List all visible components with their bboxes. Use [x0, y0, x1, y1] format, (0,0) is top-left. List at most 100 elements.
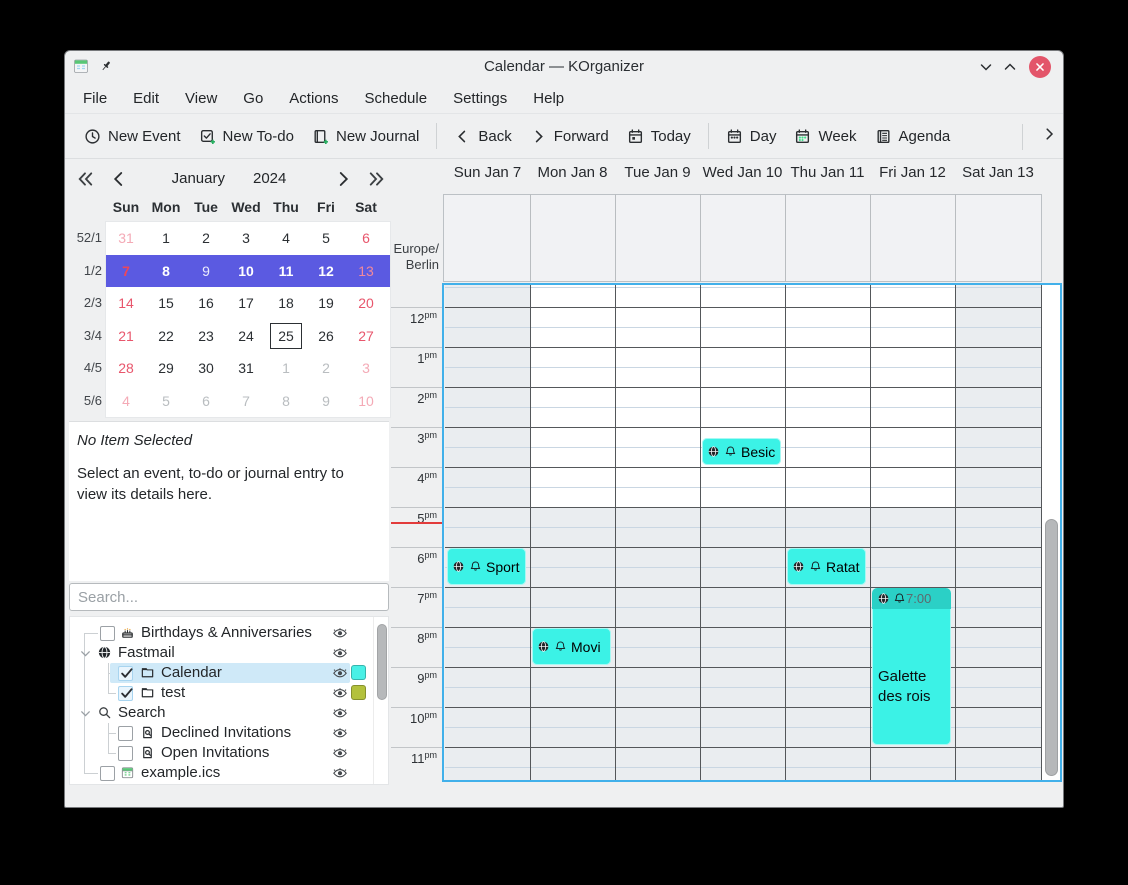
eye-icon[interactable]: [332, 765, 348, 781]
checkbox-birthdays-anniversaries[interactable]: [100, 626, 115, 641]
mini-calendar-day-cell[interactable]: 8: [266, 393, 306, 409]
calendar-list-item-example-ics[interactable]: example.ics: [70, 763, 370, 783]
titlebar[interactable]: Calendar — KOrganizer: [65, 51, 1063, 83]
menu-item-actions[interactable]: Actions: [289, 90, 338, 107]
color-swatch-calendar[interactable]: [351, 665, 366, 680]
checkbox-open-invitations[interactable]: [118, 746, 133, 761]
eye-icon[interactable]: [332, 645, 348, 661]
year-label[interactable]: 2024: [253, 170, 286, 187]
calendar-list-item-declined-invitations[interactable]: Declined Invitations: [70, 723, 370, 743]
mini-calendar-day-cell[interactable]: 22: [146, 328, 186, 344]
toolbar-button-agenda[interactable]: Agenda: [866, 122, 960, 151]
menu-item-help[interactable]: Help: [533, 90, 564, 107]
eye-icon[interactable]: [332, 685, 348, 701]
mini-calendar-day-cell[interactable]: 3: [226, 230, 266, 246]
expander-icon[interactable]: [78, 646, 93, 661]
all-day-cell[interactable]: [785, 194, 786, 282]
mini-calendar-day-cell[interactable]: 25: [266, 323, 306, 349]
mini-calendar-day-cell[interactable]: 16: [186, 295, 226, 311]
mini-calendar-day-cell[interactable]: 15: [146, 295, 186, 311]
event-besic[interactable]: Besic: [702, 438, 781, 465]
event-ratat[interactable]: Ratat: [787, 548, 866, 585]
menu-item-settings[interactable]: Settings: [453, 90, 507, 107]
calendar-list-item-birthdays-anniversaries[interactable]: Birthdays & Anniversaries: [70, 623, 370, 643]
mini-calendar-day-cell[interactable]: 7: [226, 393, 266, 409]
agenda-scrollbar-thumb[interactable]: [1045, 519, 1058, 776]
eye-icon[interactable]: [332, 625, 348, 641]
calendar-list-item-test[interactable]: test: [70, 683, 370, 703]
mini-calendar-day-cell[interactable]: 20: [346, 295, 386, 311]
mini-calendar-day-cell[interactable]: 26: [306, 328, 346, 344]
close-button[interactable]: [1029, 56, 1051, 78]
month-label[interactable]: January: [172, 170, 225, 187]
mini-calendar-day-cell[interactable]: 6: [186, 393, 226, 409]
mini-calendar-day-cell[interactable]: 5: [146, 393, 186, 409]
toolbar-button-day[interactable]: Day: [717, 122, 786, 151]
eye-icon[interactable]: [332, 705, 348, 721]
mini-calendar-day-cell[interactable]: 27: [346, 328, 386, 344]
mini-calendar-day-cell[interactable]: 30: [186, 360, 226, 376]
all-day-cell[interactable]: [615, 194, 616, 282]
mini-calendar-day-cell[interactable]: 21: [106, 328, 146, 344]
menu-item-edit[interactable]: Edit: [133, 90, 159, 107]
menu-item-view[interactable]: View: [185, 90, 217, 107]
event-galette-des-rois[interactable]: 7:00Galette des rois: [872, 588, 951, 745]
toolbar-button-new-journal[interactable]: New Journal: [303, 122, 428, 151]
mini-calendar-day-cell[interactable]: 8: [146, 263, 186, 279]
eye-icon[interactable]: [332, 665, 348, 681]
calendar-list-item-search[interactable]: Search: [70, 703, 370, 723]
mini-calendar-day-cell[interactable]: 24: [226, 328, 266, 344]
color-swatch-test[interactable]: [351, 685, 366, 700]
mini-calendar-day-cell[interactable]: 10: [226, 263, 266, 279]
mini-calendar-day-cell[interactable]: 4: [266, 230, 306, 246]
event-movi[interactable]: Movi: [532, 628, 611, 665]
event-sport[interactable]: Sport: [447, 548, 526, 585]
minimize-button[interactable]: [975, 56, 997, 78]
mini-calendar-day-cell[interactable]: 12: [306, 263, 346, 279]
mini-calendar-day-cell[interactable]: 18: [266, 295, 306, 311]
agenda-scrollbar[interactable]: [1042, 285, 1061, 780]
mini-calendar-day-cell[interactable]: 11: [266, 263, 306, 279]
mini-calendar-day-cell[interactable]: 6: [346, 230, 386, 246]
calendar-list-item-fastmail[interactable]: Fastmail: [70, 643, 370, 663]
mini-calendar-day-cell[interactable]: 31: [106, 230, 146, 246]
menu-item-go[interactable]: Go: [243, 90, 263, 107]
maximize-button[interactable]: [999, 56, 1021, 78]
checkbox-example-ics[interactable]: [100, 766, 115, 781]
checkbox-test[interactable]: [118, 686, 133, 701]
previous-month-button[interactable]: [109, 169, 129, 189]
checkbox-calendar[interactable]: [118, 666, 133, 681]
all-day-cell[interactable]: [955, 194, 956, 282]
mini-calendar-day-cell[interactable]: 14: [106, 295, 146, 311]
toolbar-button-today[interactable]: Today: [618, 122, 700, 151]
toolbar-button-new-to-do[interactable]: New To-do: [190, 122, 303, 151]
calendar-list-item-calendar[interactable]: Calendar: [70, 663, 370, 683]
mini-calendar-day-cell[interactable]: 2: [306, 360, 346, 376]
expander-icon[interactable]: [78, 706, 93, 721]
mini-calendar-day-cell[interactable]: 28: [106, 360, 146, 376]
checkbox-declined-invitations[interactable]: [118, 726, 133, 741]
mini-calendar-day-cell[interactable]: 9: [306, 393, 346, 409]
mini-calendar-day-cell[interactable]: 17: [226, 295, 266, 311]
mini-calendar-day-cell[interactable]: 1: [266, 360, 306, 376]
all-day-cell[interactable]: [700, 194, 701, 282]
month-year-title[interactable]: January 2024: [129, 170, 329, 187]
calendar-list-item-open-invitations[interactable]: Open Invitations: [70, 743, 370, 763]
next-month-button[interactable]: [333, 169, 353, 189]
eye-icon[interactable]: [332, 725, 348, 741]
next-year-button[interactable]: [367, 169, 387, 189]
mini-calendar-day-cell[interactable]: 4: [106, 393, 146, 409]
toolbar-button-new-event[interactable]: New Event: [75, 122, 190, 151]
menu-item-schedule[interactable]: Schedule: [365, 90, 428, 107]
calendar-list-scrollbar[interactable]: [373, 617, 389, 784]
toolbar-button-week[interactable]: Week: [785, 122, 865, 151]
scrollbar-thumb[interactable]: [377, 624, 387, 700]
eye-icon[interactable]: [332, 745, 348, 761]
mini-calendar-day-cell[interactable]: 13: [346, 263, 386, 279]
all-day-cell[interactable]: [530, 194, 531, 282]
mini-calendar-day-cell[interactable]: 2: [186, 230, 226, 246]
menu-item-file[interactable]: File: [83, 90, 107, 107]
mini-calendar-day-cell[interactable]: 1: [146, 230, 186, 246]
mini-calendar-day-cell[interactable]: 29: [146, 360, 186, 376]
mini-calendar-day-cell[interactable]: 5: [306, 230, 346, 246]
